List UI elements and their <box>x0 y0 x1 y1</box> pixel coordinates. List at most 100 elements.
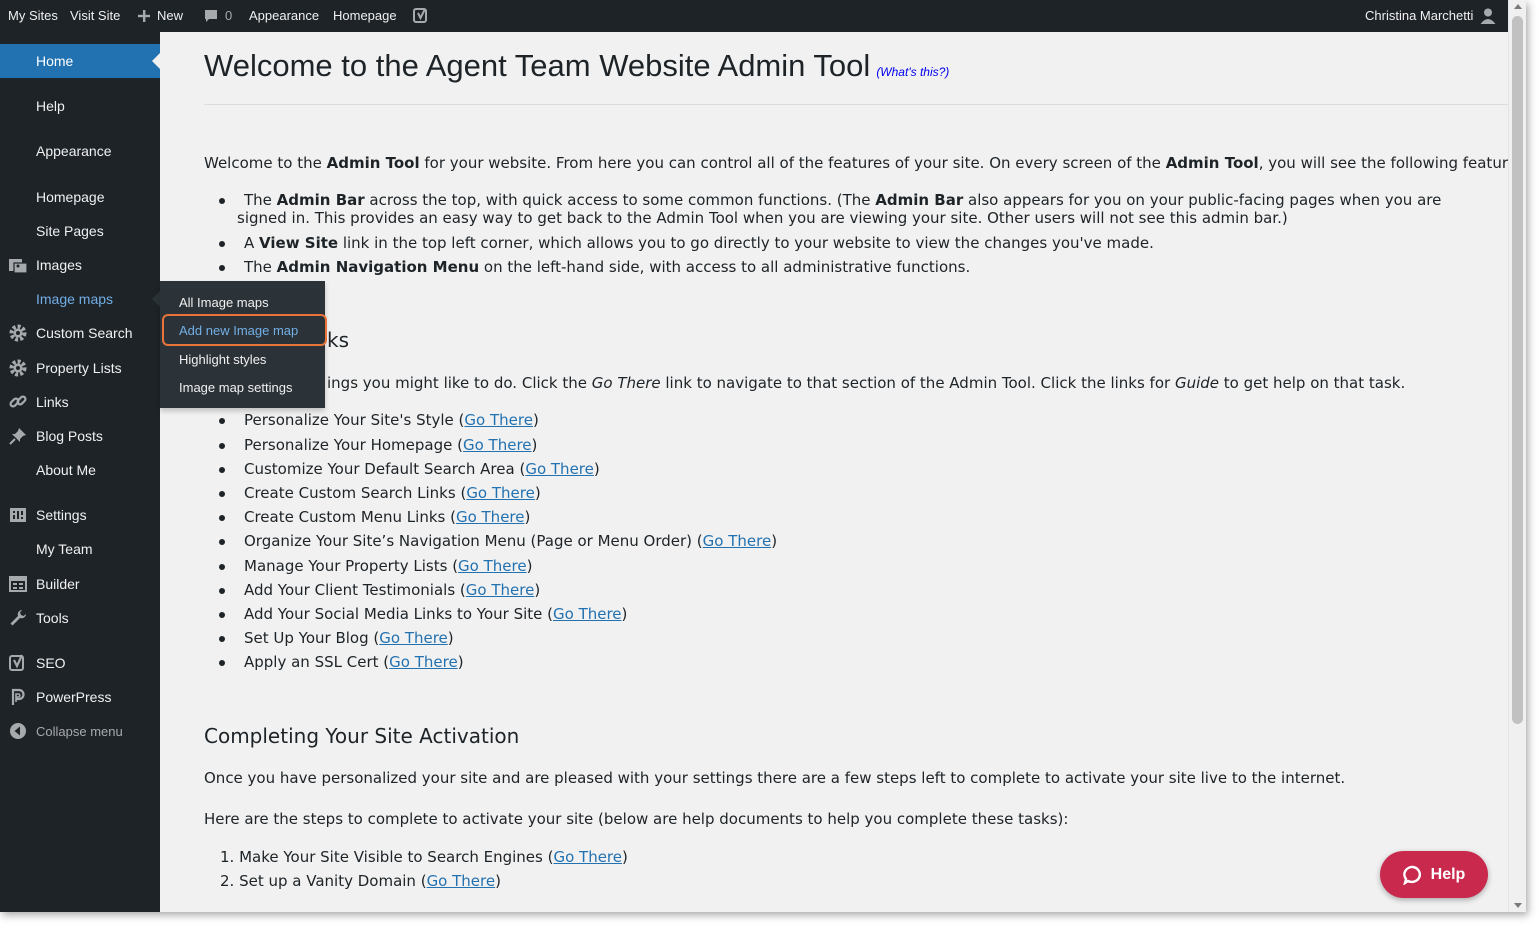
text: Welcome to the <box>204 154 327 172</box>
plus-icon <box>138 10 150 22</box>
comment-icon <box>205 10 217 22</box>
activation-paragraph-1: Once you have personalized your site and… <box>204 769 1346 787</box>
step-label: 2. Set up a Vanity Domain <box>220 872 416 890</box>
go-there-link[interactable]: Go There <box>463 436 532 454</box>
task-label: Organize Your Site’s Navigation Menu (Pa… <box>244 532 693 550</box>
go-there-link[interactable]: Go There <box>466 484 535 502</box>
homepage-label: Homepage <box>333 8 397 23</box>
appearance-link[interactable]: Appearance <box>249 0 319 32</box>
intro-paragraph: Welcome to the Admin Tool for your websi… <box>204 154 1526 172</box>
sidebar-item-my-team[interactable]: My Team <box>0 532 160 566</box>
yoast-seo-menu[interactable] <box>412 0 430 32</box>
bold-text: Admin Tool <box>1165 154 1259 172</box>
task-label: Create Custom Menu Links <box>244 508 446 526</box>
new-content-button[interactable]: New <box>137 0 183 32</box>
sidebar-item-builder[interactable]: Builder <box>0 567 160 601</box>
sidebar-item-about-me[interactable]: About Me <box>0 453 160 487</box>
sidebar-item-settings[interactable]: Settings <box>0 498 160 532</box>
sidebar-item-property-lists[interactable]: Property Lists <box>0 351 160 385</box>
text: on the left-hand side, with access to al… <box>479 258 971 276</box>
task-item: Create Custom Menu Links (Go There) <box>244 508 531 526</box>
scroll-down-arrow-icon[interactable] <box>1514 903 1522 908</box>
help-button[interactable]: Help <box>1380 851 1488 898</box>
whats-this-link[interactable]: (What's this?) <box>876 65 949 79</box>
sidebar-item-appearance[interactable]: Appearance <box>0 134 160 168</box>
bullet <box>219 241 225 247</box>
feature-admin-navigation: The Admin Navigation Menu on the left-ha… <box>244 258 970 276</box>
admin-bar: My Sites Visit Site New 0 Appearance Hom… <box>0 0 1526 32</box>
builder-icon <box>8 574 28 594</box>
sidebar-item-label: Site Pages <box>36 223 104 239</box>
task-label: Create Custom Search Links <box>244 484 456 502</box>
sidebar-item-help[interactable]: Help <box>0 89 160 123</box>
bullet <box>219 467 225 473</box>
sidebar-item-images[interactable]: Images <box>0 248 160 282</box>
go-there-link[interactable]: Go There <box>525 460 594 478</box>
task-label: Set Up Your Blog <box>244 629 369 647</box>
collapse-menu-button[interactable]: Collapse menu <box>0 714 160 748</box>
sidebar-item-image-maps[interactable]: Image maps <box>0 282 160 316</box>
page-title-text: Welcome to the Agent Team Website Admin … <box>204 48 871 83</box>
sidebar-item-label: SEO <box>36 655 66 671</box>
chat-bubble-icon <box>1402 865 1421 885</box>
my-sites-link[interactable]: My Sites <box>8 0 58 32</box>
step-label: 1. Make Your Site Visible to Search Engi… <box>220 848 543 866</box>
sidebar-item-label: PowerPress <box>36 689 112 705</box>
go-there-link[interactable]: Go There <box>379 629 448 647</box>
go-there-link[interactable]: Go There <box>458 557 527 575</box>
task-label: Apply an SSL Cert <box>244 653 379 671</box>
main-content: Welcome to the Agent Team Website Admin … <box>160 32 1526 912</box>
task-item: Apply an SSL Cert (Go There) <box>244 653 464 671</box>
admin-navigation-menu: Home Help Appearance Homepage Site Pages… <box>0 32 160 912</box>
sidebar-item-label: Homepage <box>36 189 105 205</box>
sidebar-item-label: Help <box>36 98 65 114</box>
text: to get help on that task. <box>1219 374 1406 392</box>
sidebar-item-label: Links <box>36 394 69 410</box>
user-account-menu[interactable]: Christina Marchetti <box>1365 0 1497 32</box>
go-there-link[interactable]: Go There <box>464 411 533 429</box>
bullet <box>219 539 225 545</box>
bullet <box>219 515 225 521</box>
yoast-icon <box>413 8 427 23</box>
text: ings you might like to do. Click the <box>327 374 592 392</box>
sidebar-item-label: Custom Search <box>36 325 133 341</box>
page-scrollbar[interactable] <box>1508 0 1526 912</box>
pin-icon <box>8 426 28 446</box>
visit-site-link[interactable]: Visit Site <box>70 0 120 32</box>
scrollbar-thumb[interactable] <box>1512 16 1523 724</box>
bullet <box>219 418 225 424</box>
go-there-link[interactable]: Go There <box>389 653 458 671</box>
task-item: Customize Your Default Search Area (Go T… <box>244 460 600 478</box>
text: across the top, with quick access to som… <box>364 191 876 209</box>
sidebar-item-powerpress[interactable]: PowerPress <box>0 680 160 714</box>
title-divider <box>204 104 1508 105</box>
homepage-link[interactable]: Homepage <box>333 0 397 32</box>
avatar-icon <box>1480 8 1496 24</box>
sidebar-item-custom-search[interactable]: Custom Search <box>0 316 160 350</box>
powerpress-icon <box>8 687 28 707</box>
step-item: 2. Set up a Vanity Domain (Go There) <box>220 872 501 890</box>
scroll-up-arrow-icon[interactable] <box>1514 4 1522 9</box>
sidebar-item-links[interactable]: Links <box>0 385 160 419</box>
go-there-link[interactable]: Go There <box>466 581 535 599</box>
sidebar-item-blog-posts[interactable]: Blog Posts <box>0 419 160 453</box>
comments-button[interactable]: 0 <box>203 0 232 32</box>
go-there-link[interactable]: Go There <box>703 532 772 550</box>
bullet <box>219 612 225 618</box>
sidebar-item-seo[interactable]: SEO <box>0 646 160 680</box>
go-there-link[interactable]: Go There <box>456 508 525 526</box>
go-there-link[interactable]: Go There <box>553 848 622 866</box>
sidebar-item-label: Appearance <box>36 143 112 159</box>
text: A <box>244 234 260 252</box>
sidebar-item-homepage[interactable]: Homepage <box>0 180 160 214</box>
go-there-link[interactable]: Go There <box>427 872 496 890</box>
go-there-link[interactable]: Go There <box>553 605 622 623</box>
task-label: Add Your Social Media Links to Your Site <box>244 605 543 623</box>
sidebar-item-label: Property Lists <box>36 360 122 376</box>
sidebar-item-home[interactable]: Home <box>0 44 160 78</box>
sidebar-item-tools[interactable]: Tools <box>0 601 160 635</box>
sidebar-item-label: Image maps <box>36 291 114 307</box>
sidebar-item-label: Builder <box>36 576 80 592</box>
sidebar-item-site-pages[interactable]: Site Pages <box>0 214 160 248</box>
sidebar-item-label: Settings <box>36 507 87 523</box>
